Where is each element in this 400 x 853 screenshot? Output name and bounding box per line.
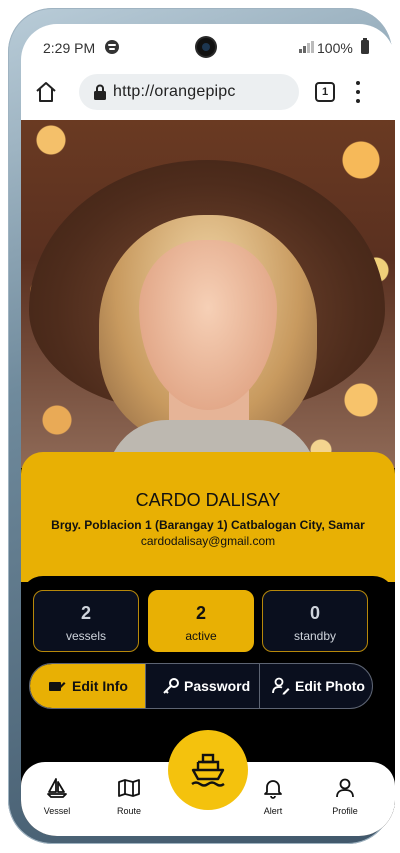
- tabs-icon[interactable]: 1: [315, 82, 335, 102]
- nav-vessel[interactable]: Vessel: [27, 772, 87, 828]
- battery-percent: 100%: [317, 40, 353, 56]
- password-button[interactable]: Password: [145, 664, 259, 708]
- spotify-icon: [105, 40, 119, 54]
- user-edit-icon: [272, 677, 290, 695]
- stat-value: 2: [195, 603, 206, 623]
- nav-profile[interactable]: Profile: [315, 772, 375, 828]
- edit-info-label: Edit Info: [72, 678, 128, 694]
- more-vert-icon[interactable]: [356, 81, 360, 103]
- stat-label: vessels: [65, 629, 106, 643]
- nav-route-label: Route: [116, 806, 142, 816]
- sailboat-icon: [47, 778, 67, 798]
- stat-vessels[interactable]: 2 vessels: [33, 590, 139, 652]
- battery-icon: [361, 38, 369, 54]
- stat-value: 0: [309, 603, 320, 623]
- password-label: Password: [184, 678, 251, 694]
- stat-standby[interactable]: 0 standby: [262, 590, 368, 652]
- edit-photo-button[interactable]: Edit Photo: [259, 664, 372, 708]
- profile-photo: [21, 120, 395, 480]
- url-text: http://orangepipc: [113, 83, 236, 100]
- lock-icon: [94, 84, 106, 100]
- profile-email: cardodalisay@gmail.com: [140, 534, 276, 548]
- nav-vessel-label: Vessel: [43, 806, 71, 816]
- profile-name: CARDO DALISAY: [135, 490, 281, 510]
- edit-photo-label: Edit Photo: [295, 678, 365, 694]
- ship-fab-button[interactable]: [168, 730, 248, 810]
- key-icon: [163, 678, 179, 694]
- nav-alert-label: Alert: [263, 806, 283, 816]
- phone-frame: 2:29 PM 100% http://orangepipc 1 CARDO D…: [8, 8, 395, 844]
- map-icon: [118, 779, 140, 797]
- edit-icon: [49, 682, 66, 691]
- status-bar: 2:29 PM 100%: [21, 24, 395, 68]
- browser-toolbar: http://orangepipc 1: [21, 68, 395, 120]
- user-icon: [336, 778, 354, 798]
- stat-value: 2: [80, 603, 91, 623]
- stat-active[interactable]: 2 active: [148, 590, 254, 652]
- bell-icon: [264, 780, 282, 799]
- profile-actions: Edit Info Password Edit Photo: [29, 663, 373, 709]
- address-bar[interactable]: http://orangepipc: [79, 74, 299, 110]
- phone-screen: 2:29 PM 100% http://orangepipc 1 CARDO D…: [21, 24, 395, 836]
- stat-label: active: [185, 629, 217, 643]
- profile-address: Brgy. Poblacion 1 (Barangay 1) Catbaloga…: [51, 518, 365, 532]
- nav-alert[interactable]: Alert: [243, 772, 303, 828]
- edit-info-button[interactable]: Edit Info: [30, 664, 145, 708]
- home-icon[interactable]: [34, 80, 58, 104]
- nav-profile-label: Profile: [332, 806, 358, 816]
- signal-icon: [299, 41, 314, 53]
- front-camera-icon: [197, 38, 215, 56]
- profile-page: CARDO DALISAY Brgy. Poblacion 1 (Baranga…: [21, 120, 395, 836]
- ship-icon: [191, 753, 225, 787]
- nav-route[interactable]: Route: [99, 772, 159, 828]
- status-time: 2:29 PM: [43, 40, 96, 56]
- stat-label: standby: [293, 629, 337, 643]
- profile-info-card: CARDO DALISAY Brgy. Poblacion 1 (Baranga…: [21, 452, 395, 582]
